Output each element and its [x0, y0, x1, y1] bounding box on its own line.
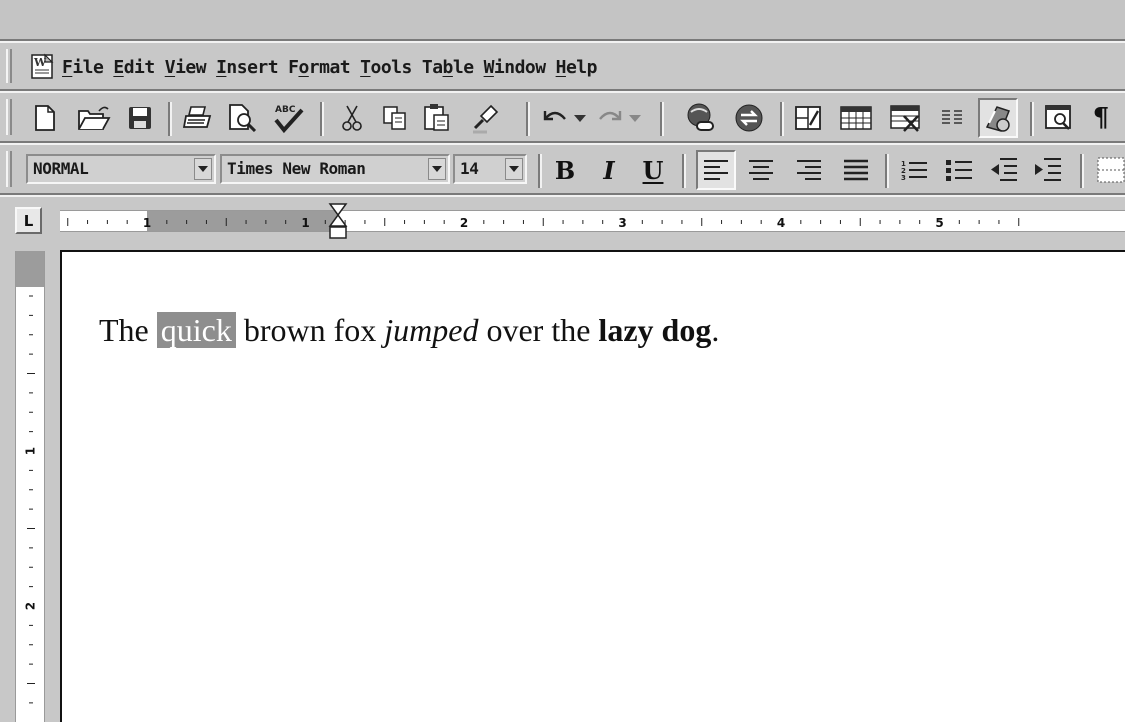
font-value: Times New Roman: [227, 159, 366, 178]
ruler-ticks: 1 1 2 3 4 5: [67, 216, 1020, 230]
standard-toolbar-grip[interactable]: [6, 99, 12, 135]
toolbar-separator: [320, 102, 324, 136]
document-map-icon[interactable]: [1042, 103, 1076, 133]
open-folder-icon[interactable]: [76, 103, 112, 133]
decrease-indent-icon[interactable]: [988, 154, 1020, 186]
align-center-icon[interactable]: [745, 154, 777, 186]
numbered-list-icon[interactable]: 123: [898, 154, 930, 186]
ruler-label: 3: [618, 216, 626, 230]
insert-excel-icon[interactable]: [888, 103, 924, 133]
indent-marker-icon[interactable]: [328, 203, 348, 249]
chevron-down-icon[interactable]: [505, 158, 523, 180]
menu-file[interactable]: File: [62, 57, 104, 78]
menu-help[interactable]: Help: [556, 57, 598, 78]
menu-view[interactable]: View: [165, 57, 207, 78]
menu-format[interactable]: Format: [288, 57, 351, 78]
formatting-toolbar: NORMAL Times New Roman 14 B I U 123: [0, 143, 1125, 195]
formatting-toolbar-grip[interactable]: [6, 151, 12, 187]
drawing-icon[interactable]: [978, 98, 1018, 138]
toolbar-separator: [1080, 154, 1084, 188]
columns-icon[interactable]: [938, 105, 966, 131]
chevron-down-icon[interactable]: [428, 158, 446, 180]
menu-window[interactable]: Window: [484, 57, 547, 78]
tab-selector-label: L: [23, 211, 34, 230]
toolbar-separator: [1030, 102, 1034, 136]
selected-text[interactable]: quick: [156, 312, 236, 348]
show-formatting-pilcrow-icon[interactable]: ¶: [1086, 101, 1116, 135]
menu-bar: W File Edit View Insert Format Tools Table Wind…: [0, 41, 1125, 91]
increase-indent-icon[interactable]: [1032, 154, 1064, 186]
text-run: brown fox: [235, 312, 385, 348]
undo-dropdown-icon[interactable]: [572, 109, 588, 129]
redo-icon[interactable]: [595, 105, 625, 131]
toolbar-separator: [538, 154, 542, 188]
svg-text:ABC: ABC: [275, 105, 296, 115]
italic-button[interactable]: I: [594, 154, 624, 186]
ruler-label: 2: [460, 216, 468, 230]
menu-edit[interactable]: Edit: [113, 57, 155, 78]
vertical-ruler[interactable]: 12: [15, 251, 45, 722]
ruler-label: 1: [143, 216, 151, 230]
ruler-label: 4: [777, 216, 785, 230]
cut-scissors-icon[interactable]: [337, 103, 367, 133]
new-document-icon[interactable]: [30, 103, 60, 133]
copy-icon[interactable]: [380, 103, 410, 133]
chevron-down-icon[interactable]: [194, 158, 212, 180]
spelling-check-icon[interactable]: ABC: [270, 101, 306, 135]
align-right-icon[interactable]: [793, 154, 825, 186]
tables-borders-icon[interactable]: [792, 103, 824, 133]
style-dropdown[interactable]: NORMAL: [26, 154, 216, 184]
underline-button[interactable]: U: [638, 154, 668, 186]
title-bar: [0, 0, 1125, 41]
ruler-label: 1: [301, 216, 309, 230]
menu-tools[interactable]: Tools: [360, 57, 412, 78]
undo-icon[interactable]: [540, 105, 570, 131]
align-left-icon[interactable]: [696, 150, 736, 190]
print-preview-icon[interactable]: [226, 103, 260, 133]
text-run: over the: [478, 312, 599, 348]
vertical-ruler-ticks: 12: [24, 295, 38, 704]
standard-toolbar: ABC ¶: [0, 91, 1125, 143]
insert-hyperlink-icon[interactable]: [684, 101, 718, 135]
svg-text:3: 3: [901, 174, 906, 182]
save-disk-icon[interactable]: [124, 103, 156, 133]
ruler-label: 1: [24, 447, 38, 455]
toolbar-separator: [885, 154, 889, 188]
ruler-label: 2: [24, 602, 38, 610]
ruler-label: 5: [935, 216, 943, 230]
horizontal-ruler[interactable]: 1 1 2 3 4 5: [60, 203, 1125, 239]
font-dropdown[interactable]: Times New Roman: [220, 154, 450, 184]
bold-text: lazy dog: [598, 312, 712, 348]
toolbar-separator: [168, 102, 172, 136]
redo-dropdown-icon[interactable]: [627, 109, 643, 129]
tab-selector[interactable]: L: [15, 207, 42, 234]
word-document-icon[interactable]: W: [29, 52, 57, 80]
toolbar-separator: [682, 154, 686, 188]
paste-icon[interactable]: [420, 101, 454, 133]
insert-table-icon[interactable]: [838, 103, 874, 133]
style-value: NORMAL: [33, 159, 89, 178]
toolbar-separator: [526, 102, 530, 136]
print-icon[interactable]: [180, 103, 216, 133]
toolbar-separator: [660, 102, 664, 136]
document-page[interactable]: The quick brown fox jumped over the lazy…: [60, 250, 1125, 722]
italic-text: jumped: [384, 312, 479, 348]
borders-icon[interactable]: [1096, 155, 1125, 185]
font-size-dropdown[interactable]: 14: [453, 154, 527, 184]
menu-insert[interactable]: Insert: [216, 57, 279, 78]
bold-button[interactable]: B: [550, 154, 580, 186]
menu-items: File Edit View Insert Format Tools Table Window…: [62, 57, 607, 78]
web-toolbar-icon[interactable]: [732, 101, 766, 135]
font-size-value: 14: [460, 159, 479, 178]
menu-bar-grip[interactable]: [6, 49, 12, 83]
svg-text:W: W: [33, 56, 47, 69]
document-paragraph[interactable]: The quick brown fox jumped over the lazy…: [99, 312, 719, 349]
format-painter-icon[interactable]: [468, 101, 502, 135]
toolbar-separator: [780, 102, 784, 136]
justify-icon[interactable]: [840, 154, 872, 186]
bulleted-list-icon[interactable]: [943, 154, 975, 186]
text-run: The: [99, 312, 157, 348]
text-run: .: [711, 312, 720, 348]
menu-table[interactable]: Table: [422, 57, 474, 78]
